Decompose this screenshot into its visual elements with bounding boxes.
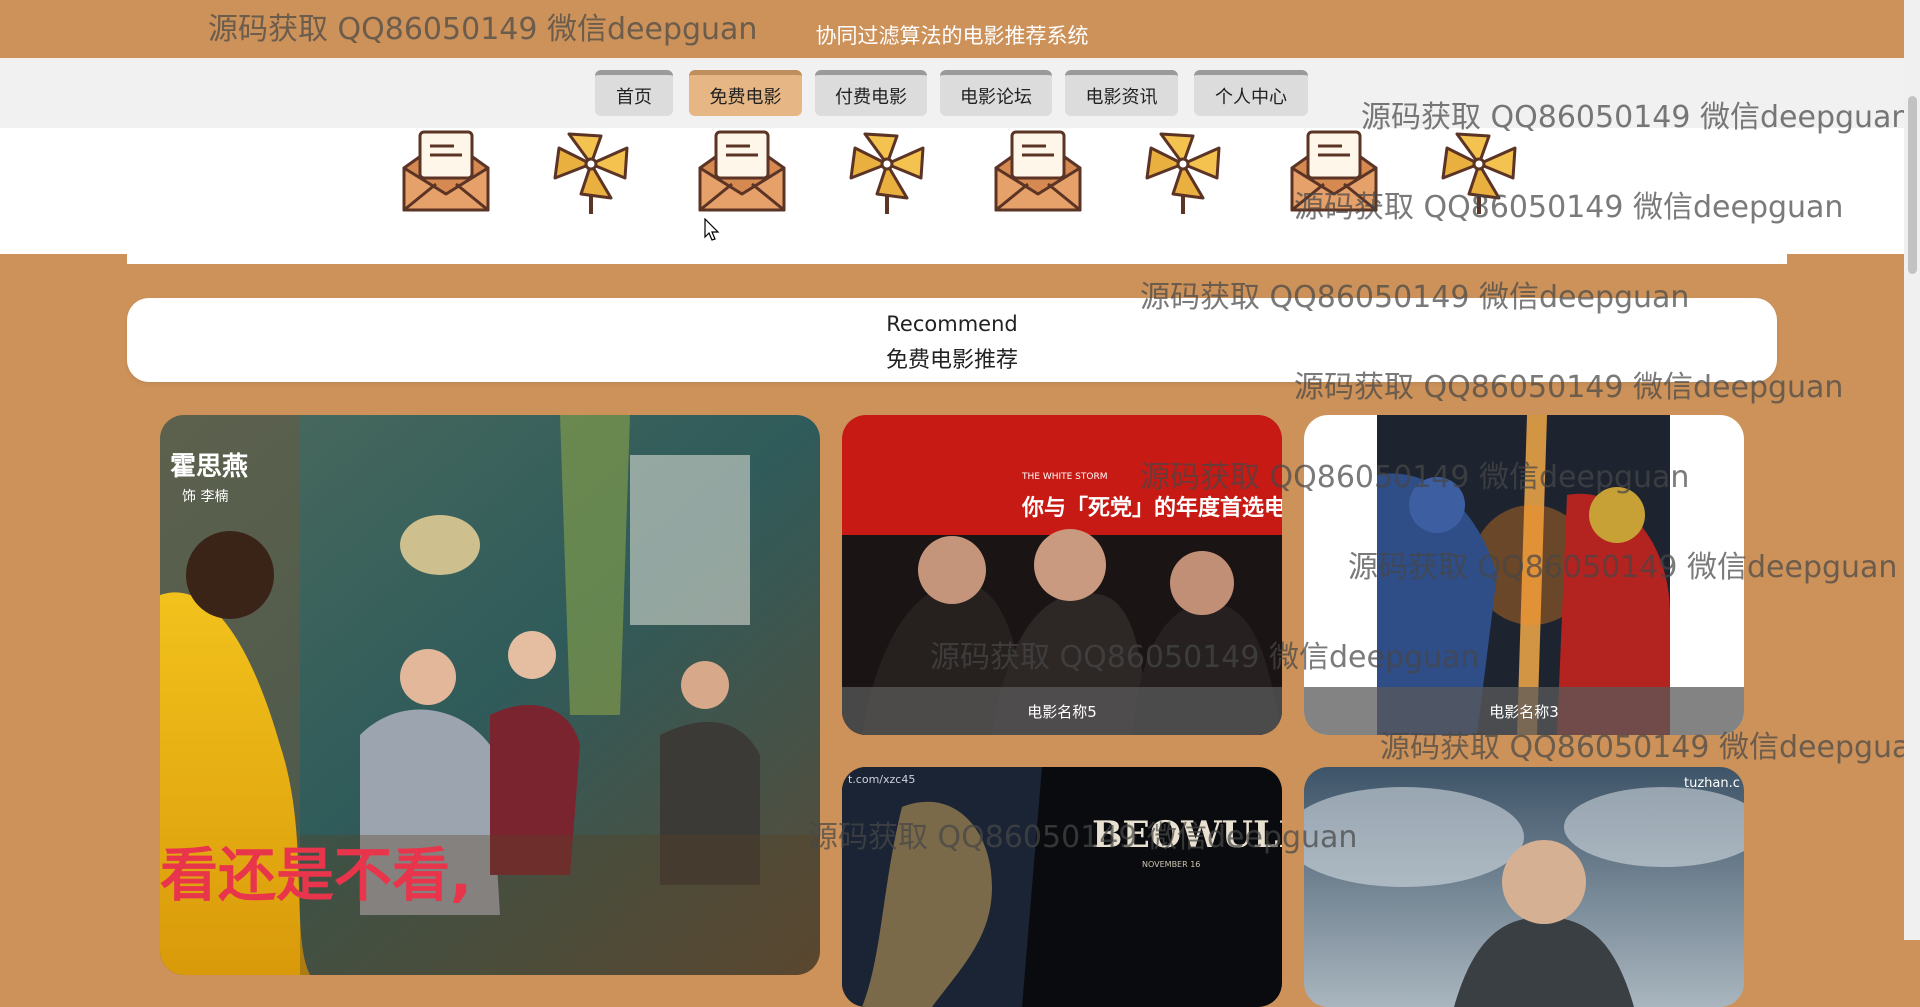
movie-poster-image: tuzhan.c [1304, 767, 1744, 1007]
pinwheel-icon [1145, 132, 1221, 214]
poster-text-actor: 霍思燕 [170, 452, 248, 482]
movie-card-6[interactable]: tuzhan.c [1304, 767, 1744, 1007]
movie-card-4[interactable]: BEOWULF NOVEMBER 16 t.com/xzc45 [842, 767, 1282, 1007]
envelope-icon [698, 130, 786, 212]
movie-poster-image: BEOWULF NOVEMBER 16 t.com/xzc45 [842, 767, 1282, 1007]
watermark: 源码获取 QQ86050149 微信deepguan [1140, 280, 1690, 315]
pinwheel-icon [849, 132, 925, 214]
movie-card-large[interactable]: 霍思燕 饰 李楠 看还是不看, [160, 415, 820, 975]
watermark: 源码获取 QQ86050149 微信deepguan [1380, 730, 1920, 765]
nav-forum[interactable]: 电影论坛 [940, 70, 1052, 116]
scrollbar-thumb[interactable] [1908, 96, 1917, 274]
poster-text-source: tuzhan.c [1684, 776, 1740, 791]
watermark: 源码获取 QQ86050149 微信deepguan [1361, 100, 1911, 135]
poster-text-film-title: THE WHITE STORM [1021, 472, 1108, 482]
watermark: 源码获取 QQ86050149 微信deepguan [208, 12, 758, 47]
watermark: 源码获取 QQ86050149 微信deepguan [1294, 190, 1844, 225]
poster-text-slogan: 看还是不看, [160, 841, 472, 909]
poster-text-source: t.com/xzc45 [848, 773, 915, 786]
pinwheel-icon [553, 132, 629, 214]
poster-text-date: NOVEMBER 16 [1142, 860, 1200, 869]
poster-text-role: 饰 李楠 [182, 489, 228, 505]
envelope-icon [994, 130, 1082, 212]
nav-news[interactable]: 电影资讯 [1065, 70, 1178, 116]
poster-text-tagline: 你与「死党」的年度首选电影 [1021, 495, 1282, 521]
icon-band-left [0, 128, 127, 254]
watermark: 源码获取 QQ86050149 微信deepguan [1348, 550, 1898, 585]
mouse-cursor-icon [704, 218, 720, 241]
nav-paid-movies[interactable]: 付费电影 [815, 70, 927, 116]
watermark: 源码获取 QQ86050149 微信deepguan [930, 640, 1480, 675]
nav-home[interactable]: 首页 [595, 70, 673, 116]
nav-profile[interactable]: 个人中心 [1194, 70, 1308, 116]
movie-poster-image: 霍思燕 饰 李楠 看还是不看, [160, 415, 820, 975]
nav-free-movies[interactable]: 免费电影 [689, 70, 802, 116]
envelope-icon [402, 130, 490, 212]
watermark: 源码获取 QQ86050149 微信deepguan [1140, 460, 1690, 495]
movie-caption: 电影名称5 [842, 687, 1282, 735]
watermark: 源码获取 QQ86050149 微信deepguan [1294, 370, 1844, 405]
watermark: 源码获取 QQ86050149 微信deepguan [808, 820, 1358, 855]
